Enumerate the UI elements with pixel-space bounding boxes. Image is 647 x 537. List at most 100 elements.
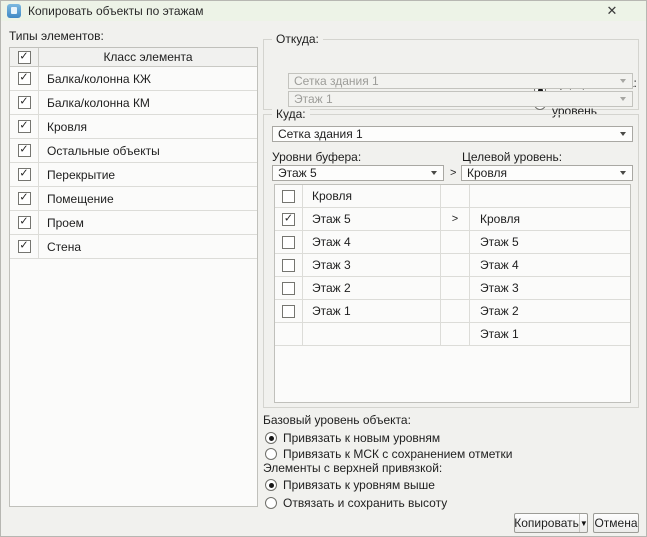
buffer-levels-label: Уровни буфера:	[272, 150, 361, 164]
mapping-arrow-cell	[441, 277, 470, 299]
row-checkbox[interactable]	[18, 240, 31, 253]
radio-option[interactable]: Отвязать и сохранить высоту	[265, 496, 447, 510]
mapping-arrow-cell: >	[441, 208, 470, 230]
select-all-checkbox[interactable]	[18, 51, 31, 64]
radio-label: Привязать к МСК с сохранением отметки	[283, 447, 512, 461]
radio-button[interactable]	[265, 448, 277, 460]
checkbox-cell	[10, 91, 39, 114]
mapping-row: Этаж 3 Этаж 4	[275, 254, 630, 277]
table-row: Стена	[10, 235, 257, 259]
mapping-target-cell: Этаж 4	[470, 254, 630, 276]
row-checkbox[interactable]	[18, 120, 31, 133]
radio-button[interactable]	[265, 479, 277, 491]
mapping-arrow-cell	[441, 254, 470, 276]
mapping-target-cell	[470, 185, 630, 207]
to-group-title: Куда:	[272, 107, 310, 121]
mapping-target-cell: Этаж 3	[470, 277, 630, 299]
mapping-source-cell: Этаж 2	[303, 277, 441, 299]
buffer-level-combo[interactable]: Этаж 5	[272, 165, 444, 181]
radio-option[interactable]: Привязать к МСК с сохранением отметки	[265, 447, 512, 461]
to-group: Куда: Сетка здания 1 Уровни буфера: Целе…	[263, 114, 639, 408]
mapping-rows: Кровля Этаж 5 > Кровля Этаж 4 Этаж 5 Эта…	[275, 185, 630, 346]
table-row: Проем	[10, 211, 257, 235]
mapping-source-cell: Этаж 5	[303, 208, 441, 230]
row-checkbox[interactable]	[18, 192, 31, 205]
window-title: Копировать объекты по этажам	[28, 4, 203, 18]
combo-value: Сетка здания 1	[294, 74, 379, 88]
combo-value: Этаж 1	[294, 92, 333, 106]
mapping-arrow-cell	[441, 231, 470, 253]
radio-option[interactable]: Привязать к новым уровням	[265, 431, 440, 445]
checkbox-cell	[10, 187, 39, 210]
pair-arrow: >	[450, 167, 456, 179]
checkbox-cell	[275, 185, 303, 207]
checkbox-cell	[275, 254, 303, 276]
element-class-label: Помещение	[39, 192, 257, 206]
copy-dropdown-arrow-icon[interactable]: ▼	[579, 514, 588, 532]
checkbox-cell	[275, 208, 303, 230]
mapping-target-cell: Этаж 5	[470, 231, 630, 253]
mapping-row: Этаж 5 > Кровля	[275, 208, 630, 231]
mapping-checkbox[interactable]	[282, 282, 295, 295]
mapping-checkbox[interactable]	[282, 213, 295, 226]
checkbox-cell	[10, 163, 39, 186]
mapping-row: Этаж 1 Этаж 2	[275, 300, 630, 323]
radio-button[interactable]	[265, 497, 277, 509]
mapping-source-cell: Этаж 1	[303, 300, 441, 322]
table-row: Кровля	[10, 115, 257, 139]
element-class-label: Балка/колонна КЖ	[39, 72, 257, 86]
top-binding-label: Элементы с верхней привязкой:	[263, 461, 442, 475]
checkbox-cell	[10, 139, 39, 162]
table-row: Остальные объекты	[10, 139, 257, 163]
chevron-down-icon	[620, 79, 626, 83]
checkbox-cell	[275, 277, 303, 299]
mapping-row: Этаж 4 Этаж 5	[275, 231, 630, 254]
checkbox-cell	[275, 231, 303, 253]
chevron-down-icon	[620, 132, 626, 136]
target-level-combo[interactable]: Кровля	[461, 165, 633, 181]
table-row: Балка/колонна КЖ	[10, 67, 257, 91]
mapping-source-cell: Этаж 3	[303, 254, 441, 276]
row-checkbox[interactable]	[18, 144, 31, 157]
radio-button[interactable]	[265, 432, 277, 444]
element-class-label: Остальные объекты	[39, 144, 257, 158]
cancel-button[interactable]: Отмена	[593, 513, 639, 533]
row-checkbox[interactable]	[18, 216, 31, 229]
table-row: Перекрытие	[10, 163, 257, 187]
radio-option[interactable]: Привязать к уровням выше	[265, 478, 435, 492]
level-mapping-table: Кровля Этаж 5 > Кровля Этаж 4 Этаж 5 Эта…	[274, 184, 631, 403]
table-row: Балка/колонна КМ	[10, 91, 257, 115]
combo-value: Сетка здания 1	[278, 127, 363, 141]
mapping-arrow-cell	[441, 323, 470, 345]
mapping-checkbox[interactable]	[282, 305, 295, 318]
dialog-window: Копировать объекты по этажам ✕ Типы элем…	[0, 0, 647, 537]
close-button[interactable]: ✕	[598, 1, 626, 21]
row-checkbox[interactable]	[18, 72, 31, 85]
checkbox-cell	[10, 67, 39, 90]
mapping-checkbox[interactable]	[282, 236, 295, 249]
table-header-row: Класс элемента	[10, 48, 257, 67]
mapping-arrow-cell	[441, 300, 470, 322]
mapping-target-cell: Этаж 1	[470, 323, 630, 345]
element-class-label: Кровля	[39, 120, 257, 134]
element-types-rows: Балка/колонна КЖ Балка/колонна КМ Кровля…	[10, 67, 257, 259]
title-bar: Копировать объекты по этажам ✕	[1, 1, 646, 21]
checkbox-cell	[10, 211, 39, 234]
checkbox-cell	[275, 323, 303, 345]
base-level-label: Базовый уровень объекта:	[263, 413, 411, 427]
chevron-down-icon	[620, 97, 626, 101]
mapping-checkbox[interactable]	[282, 190, 295, 203]
target-grid-combo[interactable]: Сетка здания 1	[272, 126, 633, 142]
copy-button-label: Копировать	[514, 516, 579, 530]
table-header-label: Класс элемента	[39, 50, 257, 64]
checkbox-cell	[10, 235, 39, 258]
checkbox-cell	[10, 115, 39, 138]
row-checkbox[interactable]	[18, 96, 31, 109]
from-group: Откуда: Буфер обмена: 6 элементов Исходн…	[263, 39, 639, 110]
mapping-row: Кровля	[275, 185, 630, 208]
copy-button[interactable]: Копировать ▼	[514, 513, 588, 533]
mapping-checkbox[interactable]	[282, 259, 295, 272]
source-level-combo: Этаж 1	[288, 91, 633, 107]
row-checkbox[interactable]	[18, 168, 31, 181]
radio-label: Привязать к уровням выше	[283, 478, 435, 492]
